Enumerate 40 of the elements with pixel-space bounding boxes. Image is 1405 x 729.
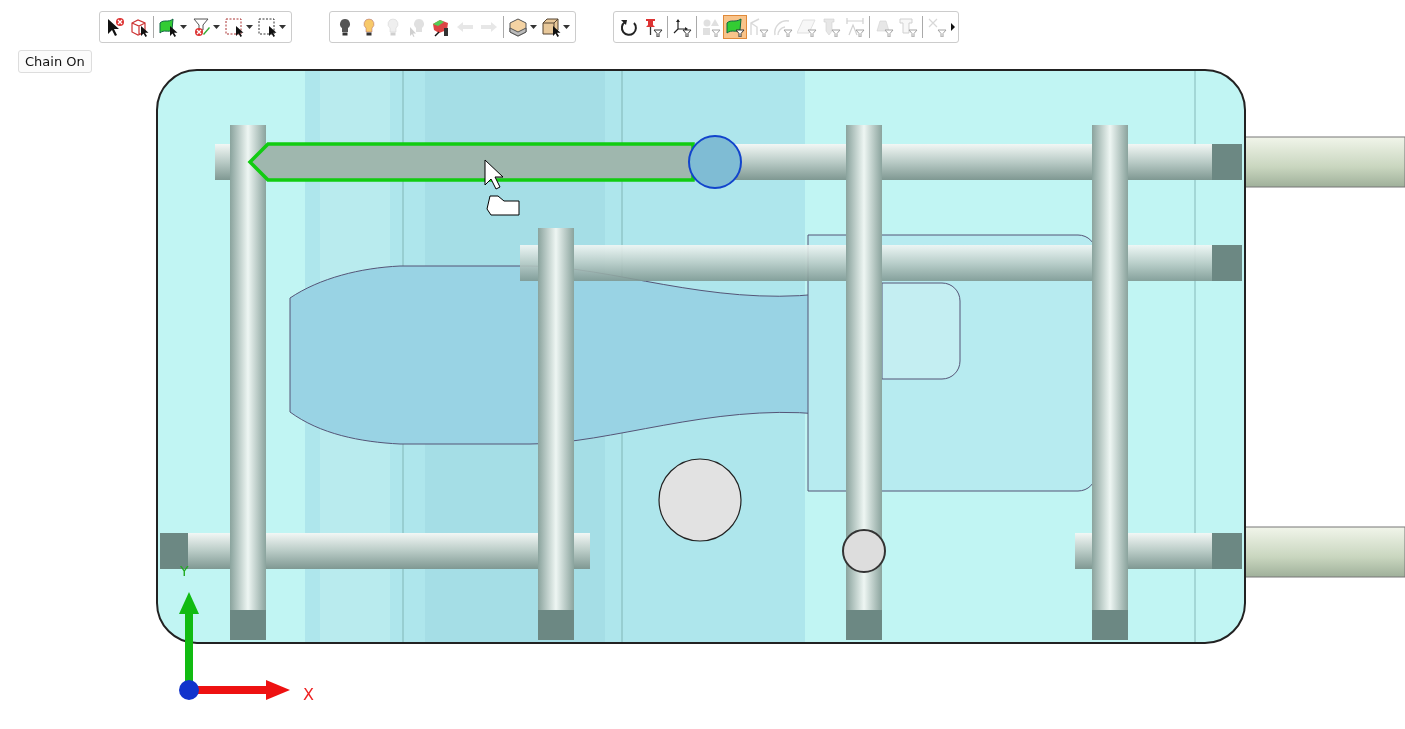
solid-filter-icon (874, 17, 894, 37)
colored-cube-icon (431, 17, 451, 37)
box-icon (508, 17, 528, 37)
window-cursor-icon (224, 17, 244, 37)
sheet-cursor-icon (158, 17, 178, 37)
shapes-filter-icon (701, 17, 721, 37)
cursor-delete-icon (105, 17, 125, 37)
edge-filter-icon (749, 17, 769, 37)
window-cursor-icon (257, 17, 277, 37)
funnel-delete-icon (191, 17, 211, 37)
lightbulb-cursor-icon (407, 17, 427, 37)
pushpin-filter-icon (643, 17, 663, 37)
axes-filter-icon (672, 17, 692, 37)
box-cursor-button[interactable] (539, 15, 572, 39)
drill-filter-icon (821, 17, 841, 37)
x-axis-label: X (303, 685, 314, 704)
hand-cursor-drawing (484, 159, 520, 216)
plane-filter-icon (797, 17, 817, 37)
origin-dot (179, 680, 199, 700)
window-cursor-button[interactable] (222, 15, 255, 39)
dimension-filter-icon (845, 17, 865, 37)
rotate-icon (619, 17, 639, 37)
sheet-filter-button[interactable] (723, 15, 747, 39)
sheet-filter-icon (725, 17, 745, 37)
cube-cursor-icon (129, 17, 149, 37)
point-filter-icon (927, 17, 947, 37)
chain-on-button[interactable]: Chain On (18, 50, 92, 73)
window-cursor-button[interactable] (255, 15, 288, 39)
profile-filter-icon (898, 17, 918, 37)
caret-icon (180, 25, 187, 29)
sheet-cursor-button[interactable] (156, 15, 189, 39)
overflow-icon[interactable] (951, 23, 955, 31)
caret-icon (246, 25, 253, 29)
caret-icon (530, 25, 537, 29)
y-axis-label: Y (180, 563, 189, 579)
caret-icon (279, 25, 286, 29)
caret-icon (563, 25, 570, 29)
arc-filter-icon (773, 17, 793, 37)
caret-icon (213, 25, 220, 29)
box-cursor-icon (541, 17, 561, 37)
